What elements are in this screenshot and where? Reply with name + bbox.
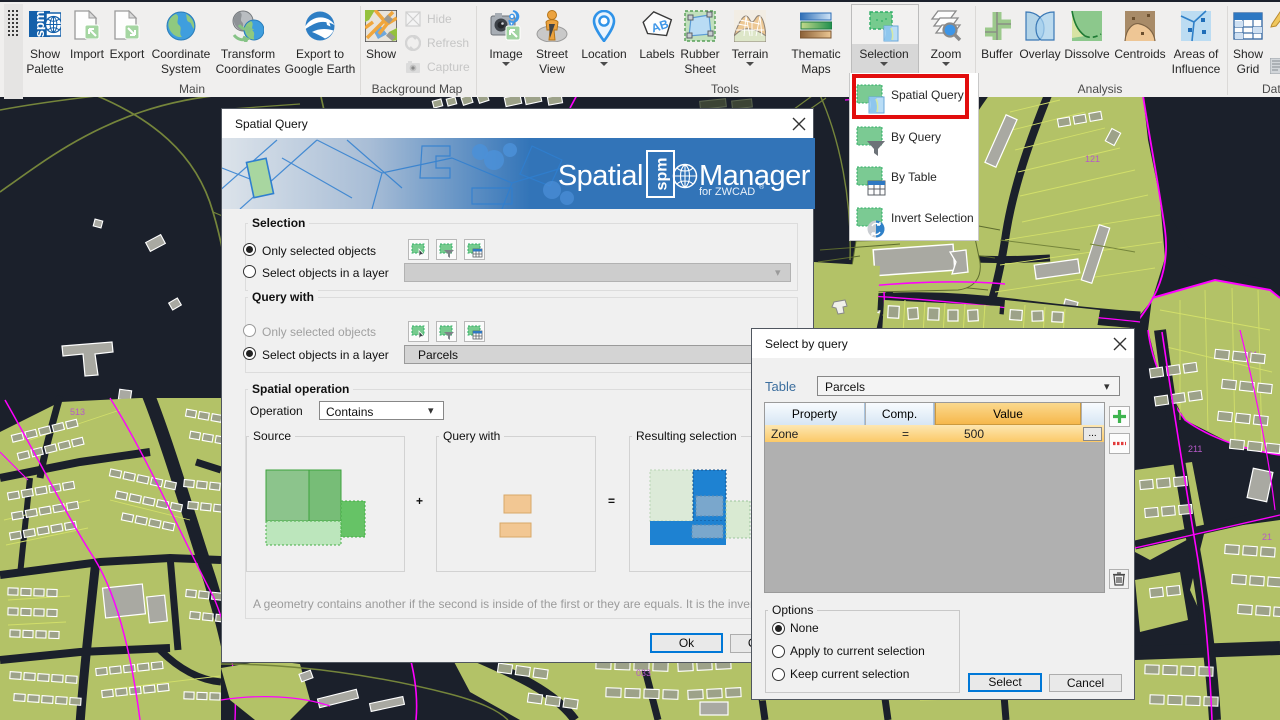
- svg-text:®: ®: [759, 183, 765, 191]
- svg-text:211: 211: [1188, 444, 1202, 454]
- svg-text:21: 21: [1262, 532, 1272, 542]
- svg-text:121: 121: [1085, 154, 1100, 164]
- svg-text:for ZWCAD: for ZWCAD: [699, 186, 755, 198]
- svg-text:Spatial: Spatial: [558, 160, 643, 192]
- svg-text:513: 513: [70, 407, 85, 417]
- svg-text:spm: spm: [32, 11, 47, 38]
- svg-text:spm: spm: [654, 158, 671, 191]
- svg-text:033: 033: [636, 668, 651, 678]
